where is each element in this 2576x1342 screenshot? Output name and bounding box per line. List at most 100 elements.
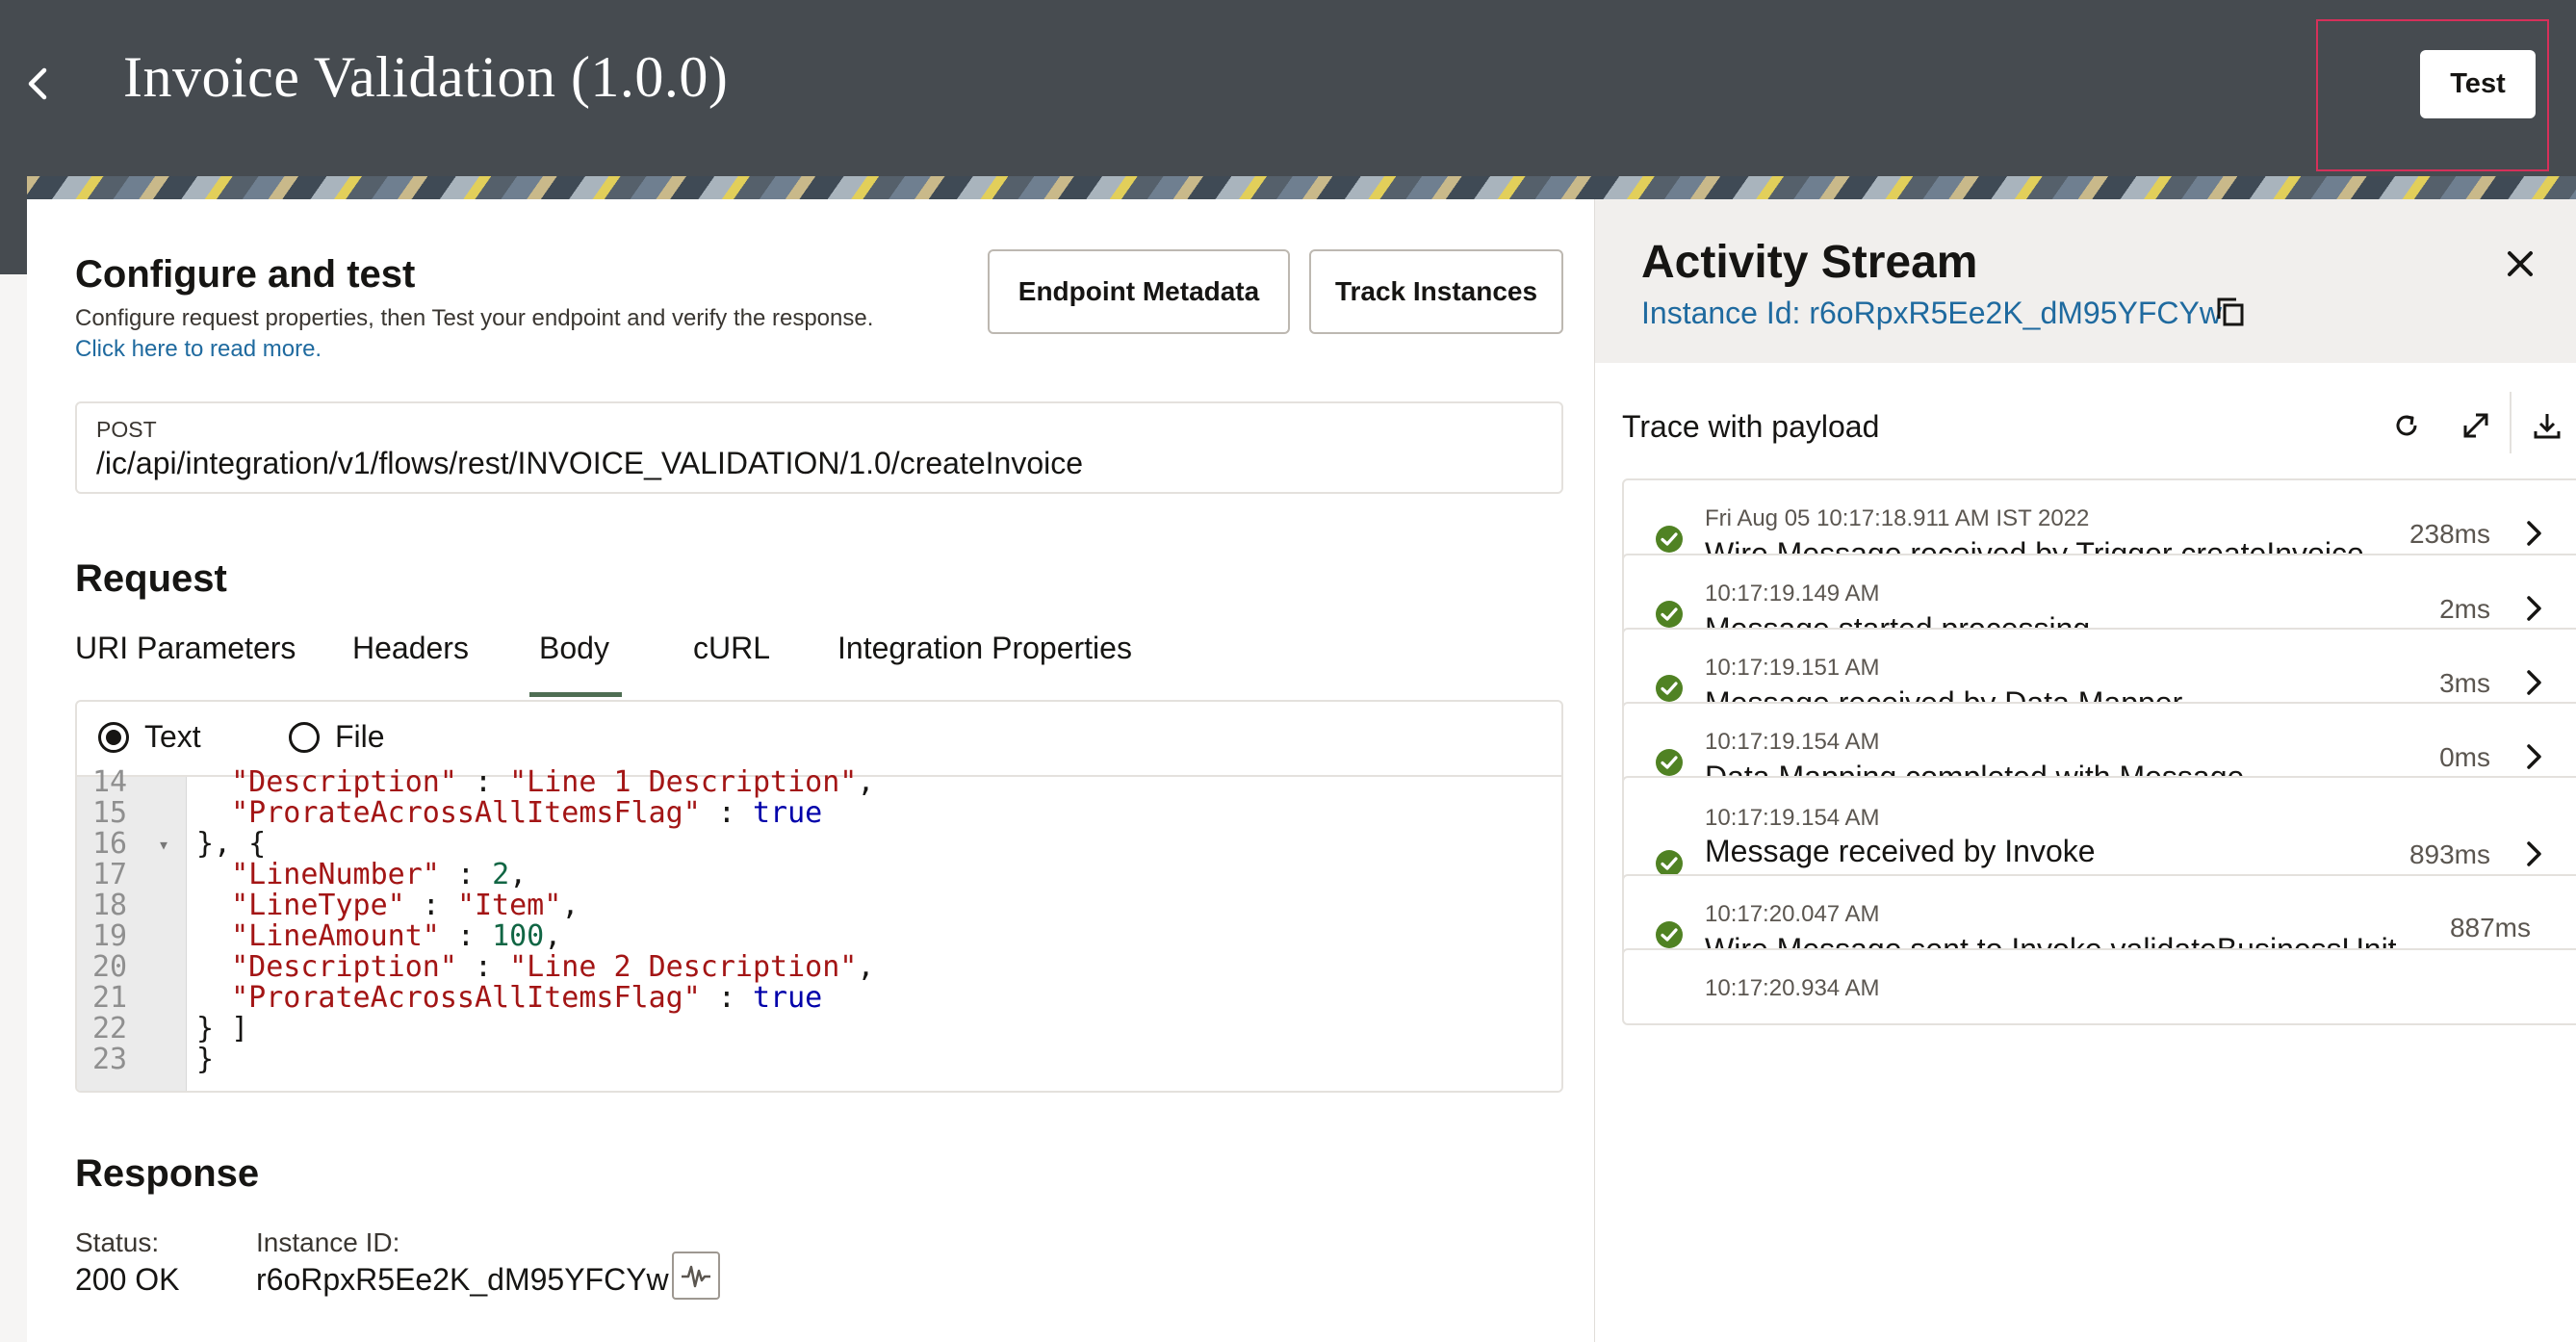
test-button[interactable]: Test	[2420, 50, 2536, 118]
activity-stream-button[interactable]	[672, 1252, 720, 1300]
line-number: 20	[92, 950, 128, 984]
code-line: 17 "LineNumber" : 2,	[77, 860, 1561, 890]
tab-integration-properties[interactable]: Integration Properties	[837, 631, 1132, 666]
radio-text[interactable]: Text	[98, 719, 201, 755]
chevron-right-icon	[2527, 841, 2541, 866]
fold-toggle-icon[interactable]: ▾	[158, 829, 169, 860]
code-token: :	[700, 796, 753, 830]
code-token: "LineType"	[231, 889, 405, 922]
tab-curl[interactable]: cURL	[693, 631, 770, 666]
code-text: }	[196, 1045, 214, 1075]
line-number: 23	[92, 1043, 128, 1076]
code-text: } ]	[196, 1014, 248, 1045]
tab-uri-parameters[interactable]: URI Parameters	[75, 631, 296, 666]
request-body-editor: Text File 14 "Description" : "Line 1 Des…	[75, 700, 1563, 1093]
back-button[interactable]	[13, 52, 62, 116]
code-token: 100	[492, 919, 545, 953]
tab-body[interactable]: Body	[539, 631, 609, 666]
code-token: :	[439, 858, 493, 891]
activity-stream-panel: Activity Stream Instance Id: r6oRpxR5Ee2…	[1594, 199, 2576, 1342]
check-circle-icon	[1656, 601, 1683, 628]
chevron-right-icon	[2527, 744, 2541, 769]
code-token: "Description"	[231, 765, 457, 799]
refresh-button[interactable]	[2383, 401, 2431, 450]
header-decoration-banner	[0, 176, 2576, 199]
copy-button[interactable]	[2215, 296, 2246, 333]
code-token: :	[439, 919, 493, 953]
code-token: "Line 2 Description"	[509, 950, 858, 984]
refresh-icon	[2396, 415, 2417, 436]
code-line: 21 "ProrateAcrossAllItemsFlag" : true	[77, 983, 1561, 1014]
code-text: "Description" : "Line 1 Description",	[196, 767, 874, 798]
configure-panel: Configure and test Configure request pro…	[27, 199, 1594, 1342]
code-token: ,	[857, 950, 875, 984]
status-label: Status:	[75, 1227, 160, 1257]
code-editor[interactable]: 14 "Description" : "Line 1 Description",…	[77, 767, 1561, 1091]
code-token: }, {	[196, 827, 267, 861]
code-token: "LineAmount"	[231, 919, 440, 953]
code-token: "Item"	[456, 889, 562, 922]
code-line: 23}	[77, 1045, 1561, 1075]
code-token: ,	[544, 919, 562, 953]
instance-id-link[interactable]: r6oRpxR5Ee2K_dM95YFCYw	[256, 1262, 669, 1298]
close-button[interactable]	[2500, 244, 2540, 284]
code-token: } ]	[196, 1012, 249, 1045]
code-line: 18 "LineType" : "Item",	[77, 890, 1561, 921]
code-text: }, {	[196, 829, 266, 860]
code-token: ,	[561, 889, 580, 922]
request-title: Request	[75, 557, 227, 600]
line-number: 16	[92, 827, 128, 861]
trace-duration: 0ms	[2439, 742, 2490, 772]
chevron-left-icon	[28, 67, 47, 100]
line-number: 14	[92, 765, 128, 799]
radio-text-indicator	[98, 721, 129, 753]
chevron-right-icon	[2527, 596, 2541, 621]
endpoint-url-box: POST /ic/api/integration/v1/flows/rest/I…	[75, 401, 1563, 494]
code-token: true	[752, 796, 823, 830]
code-line: 20 "Description" : "Line 2 Description",	[77, 952, 1561, 983]
line-number: 21	[92, 981, 128, 1015]
trace-item[interactable]: 10:17:20.934 AM	[1622, 948, 2576, 1025]
trace-timestamp: 10:17:20.047 AM	[1705, 901, 1880, 927]
code-token: :	[700, 981, 753, 1015]
code-line: 15 "ProrateAcrossAllItemsFlag" : true	[77, 798, 1561, 829]
expand-icon	[2463, 413, 2488, 438]
line-number: 17	[92, 858, 128, 891]
activity-stream-title: Activity Stream	[1641, 237, 1978, 288]
track-instances-button[interactable]: Track Instances	[1309, 249, 1563, 334]
radio-text-label: Text	[144, 719, 201, 754]
endpoint-metadata-button[interactable]: Endpoint Metadata	[988, 249, 1290, 334]
code-token: :	[404, 889, 457, 922]
code-text: "Description" : "Line 2 Description",	[196, 952, 874, 983]
trace-duration: 2ms	[2439, 594, 2490, 624]
code-token: "Description"	[231, 950, 457, 984]
code-token: 2	[492, 858, 510, 891]
status-value: 200 OK	[75, 1262, 180, 1297]
code-text: "LineNumber" : 2,	[196, 860, 527, 890]
code-token: "ProrateAcrossAllItemsFlag"	[231, 981, 701, 1015]
code-text: "ProrateAcrossAllItemsFlag" : true	[196, 983, 822, 1014]
trace-timestamp: 10:17:19.154 AM	[1705, 729, 1880, 755]
trace-timestamp: 10:17:20.934 AM	[1705, 975, 1880, 1001]
expand-button[interactable]	[2452, 401, 2500, 450]
code-token: "Line 1 Description"	[509, 765, 858, 799]
check-circle-icon	[1656, 749, 1683, 776]
radio-file[interactable]: File	[289, 719, 385, 755]
code-line: 14 "Description" : "Line 1 Description",	[77, 767, 1561, 798]
tab-headers[interactable]: Headers	[352, 631, 469, 666]
left-gutter-lower	[0, 274, 27, 1342]
line-number: 19	[92, 919, 128, 953]
response-title: Response	[75, 1152, 260, 1195]
close-icon	[2508, 251, 2533, 276]
code-text: "LineType" : "Item",	[196, 890, 579, 921]
page-title: Invoice Validation (1.0.0)	[123, 45, 729, 109]
read-more-link[interactable]: Click here to read more.	[75, 336, 322, 363]
toolbar-separator	[2510, 392, 2512, 453]
download-button[interactable]	[2523, 401, 2571, 450]
code-token: :	[456, 950, 510, 984]
